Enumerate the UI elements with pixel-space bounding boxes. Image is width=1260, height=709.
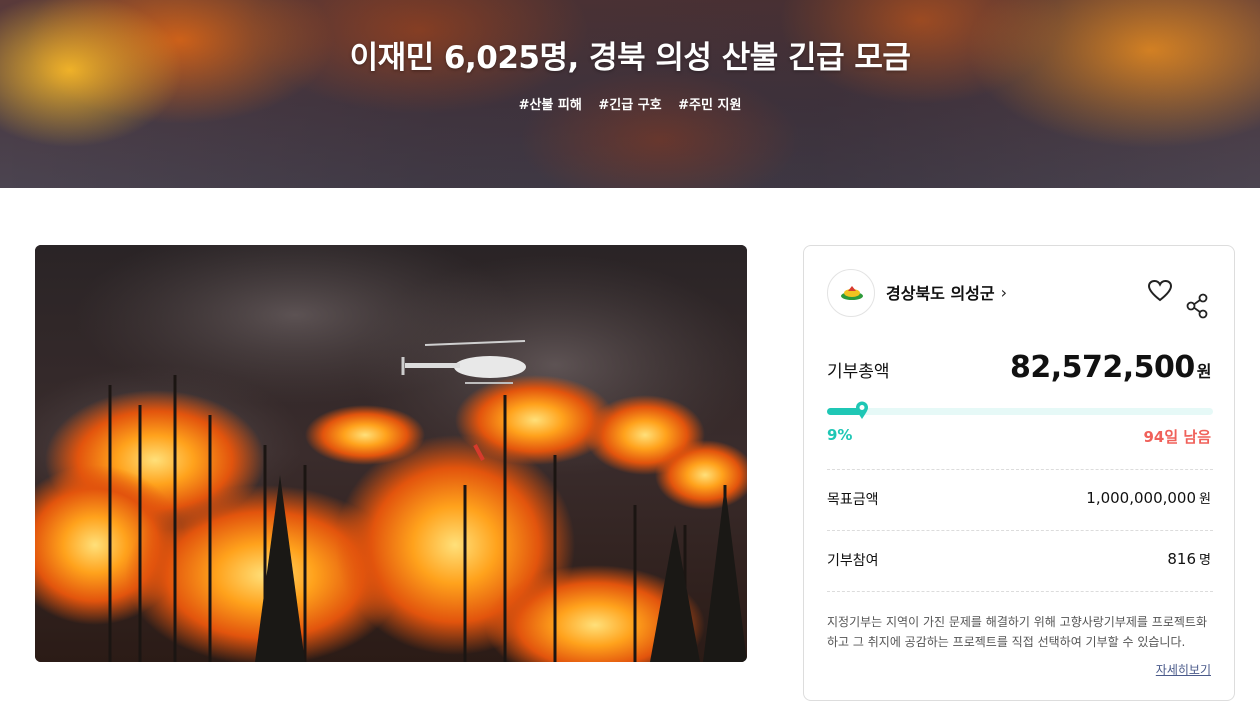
participants-unit: 명 — [1199, 553, 1211, 568]
goal-amount-label: 목표금액 — [827, 492, 879, 508]
goal-amount-value: 1,000,000,000 — [1086, 489, 1197, 507]
participants-label: 기부참여 — [827, 553, 879, 569]
days-remaining: 94일 남음 — [1143, 428, 1212, 446]
hero-banner: 이재민 6,025명, 경북 의성 산불 긴급 모금 #산불 피해 #긴급 구호… — [0, 0, 1260, 188]
participants-count: 816 명 — [1167, 549, 1211, 568]
organization-name: 경상북도 의성군 — [886, 284, 995, 303]
currency-unit: 원 — [1199, 492, 1211, 507]
chevron-right-icon: › — [1000, 282, 1008, 302]
heart-icon — [1147, 279, 1173, 302]
divider — [827, 469, 1213, 470]
project-photo — [35, 245, 747, 662]
county-emblem-icon — [841, 286, 863, 300]
share-icon — [1186, 293, 1208, 319]
goal-amount: 1,000,000,000 원 — [1086, 488, 1211, 507]
total-donation-value: 82,572,500 — [1009, 350, 1195, 385]
participants-value: 816 — [1167, 550, 1197, 568]
share-button[interactable] — [1185, 293, 1209, 319]
hashtag[interactable]: #산불 피해 — [519, 98, 582, 113]
forest-fire-image — [35, 245, 747, 662]
hashtag-list: #산불 피해 #긴급 구호 #주민 지원 — [0, 94, 1260, 113]
divider — [827, 530, 1213, 531]
progress-percent: 9% — [827, 426, 853, 444]
divider — [827, 591, 1213, 592]
organization-logo[interactable] — [827, 269, 875, 317]
page-title: 이재민 6,025명, 경북 의성 산불 긴급 모금 — [349, 40, 911, 76]
donation-summary-card: 경상북도 의성군 › 기부총액 82,572,500 원 9% 94일 남음 목표… — [803, 245, 1235, 701]
designated-donation-description: 지정기부는 지역이 가진 문제를 해결하기 위해 고향사랑기부제를 프로젝트화 … — [827, 615, 1207, 649]
hashtag[interactable]: #긴급 구호 — [598, 98, 661, 113]
total-donation-amount: 82,572,500 원 — [1009, 350, 1212, 385]
total-donation-label: 기부총액 — [827, 362, 890, 382]
more-details-link[interactable]: 자세히보기 — [1156, 661, 1211, 678]
organization-link[interactable]: 경상북도 의성군 › — [886, 280, 1007, 304]
currency-unit: 원 — [1196, 362, 1212, 381]
like-button[interactable] — [1147, 279, 1173, 303]
location-pin-icon — [856, 401, 868, 419]
hashtag[interactable]: #주민 지원 — [678, 98, 741, 113]
progress-bar — [827, 408, 1213, 415]
